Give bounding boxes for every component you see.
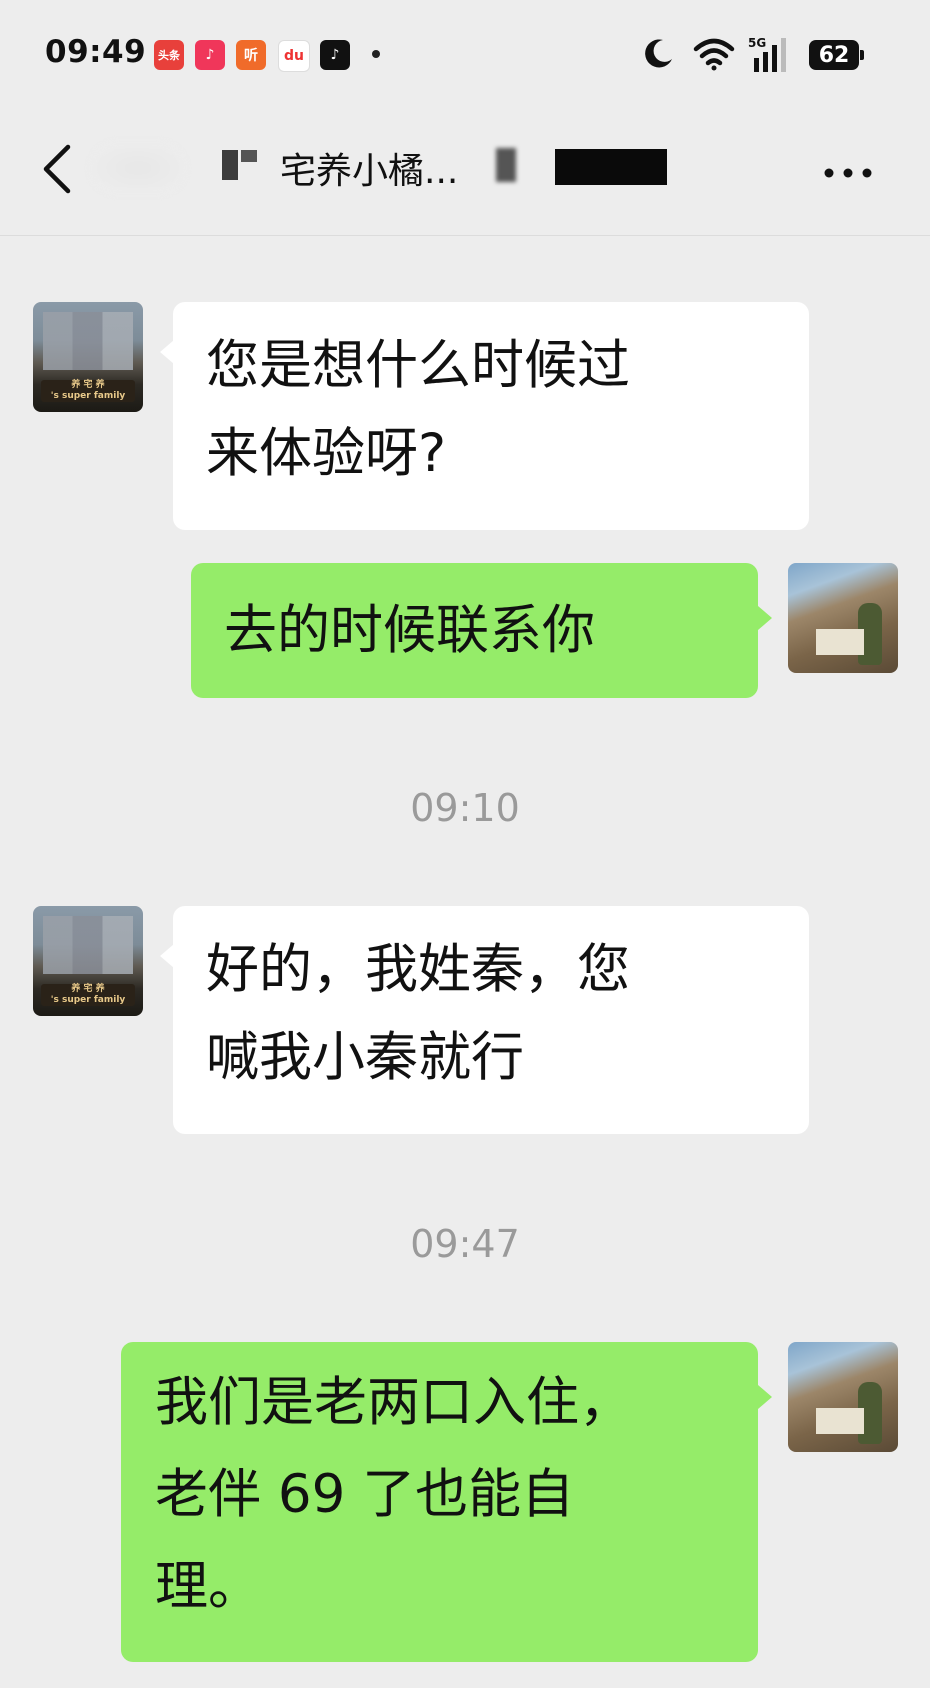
bubble-tail	[758, 606, 772, 630]
contact-avatar[interactable]: 养 宅 养's super family	[33, 302, 143, 412]
contact-avatar[interactable]: 养 宅 养's super family	[33, 906, 143, 1016]
incoming-message-bubble[interactable]: 好的，我姓秦，您 喊我小秦就行	[173, 906, 809, 1134]
message-line: 老伴 69 了也能自	[155, 1464, 575, 1525]
avatar-sign: 养 宅 养's super family	[41, 380, 135, 402]
outgoing-message-bubble[interactable]: 去的时候联系你	[191, 563, 758, 698]
blurred-title-fragment	[496, 148, 516, 182]
message-line: 我们是老两口入住，	[155, 1372, 632, 1433]
blurred-title-fragment	[222, 150, 238, 180]
avatar-board	[816, 629, 864, 655]
signal-5g-icon: 5G	[748, 36, 786, 72]
bubble-tail	[758, 1385, 772, 1409]
message-line: 喊我小秦就行	[206, 1027, 524, 1088]
outgoing-message-bubble[interactable]: 我们是老两口入住， 老伴 69 了也能自 理。	[121, 1342, 758, 1662]
avatar-board	[816, 1408, 864, 1434]
incoming-message-bubble[interactable]: 您是想什么时候过 来体验呀?	[173, 302, 809, 530]
bubble-tail	[160, 340, 174, 364]
status-time: 09:49	[45, 34, 147, 70]
self-avatar[interactable]	[788, 1342, 898, 1452]
tiktok-app-icon: ♪	[320, 40, 350, 70]
ting-app-icon: 听	[236, 40, 266, 70]
bubble-tail	[160, 944, 174, 968]
blurred-unread-count	[90, 142, 186, 194]
toutiao-app-icon: 头条	[154, 40, 184, 70]
svg-text:5G: 5G	[748, 36, 766, 50]
message-text: 去的时候联系你	[224, 600, 595, 661]
message-line: 您是想什么时候过	[206, 335, 630, 396]
notification-dot-icon	[372, 50, 380, 58]
music-app-icon: ♪	[195, 40, 225, 70]
message-line: 来体验呀?	[206, 423, 447, 484]
avatar-sign: 养 宅 养's super family	[41, 984, 135, 1006]
blurred-title-fragment	[241, 150, 257, 162]
avatar-mosaic	[43, 916, 133, 974]
back-arrow-icon[interactable]	[40, 143, 74, 195]
chat-title: 宅养小橘...	[280, 151, 459, 192]
redaction-bar	[555, 149, 667, 185]
avatar-mosaic	[43, 312, 133, 370]
moon-icon	[645, 39, 672, 68]
wifi-icon	[693, 38, 735, 71]
battery-tip	[860, 50, 864, 60]
du-app-icon: du	[278, 40, 310, 72]
message-line: 理。	[155, 1556, 261, 1617]
battery-icon: 62	[809, 40, 859, 70]
message-line: 好的，我姓秦，您	[206, 939, 630, 1000]
self-avatar[interactable]	[788, 563, 898, 673]
message-timestamp: 09:47	[410, 1222, 520, 1266]
more-options-icon[interactable]	[823, 167, 873, 179]
message-timestamp: 09:10	[410, 786, 520, 830]
